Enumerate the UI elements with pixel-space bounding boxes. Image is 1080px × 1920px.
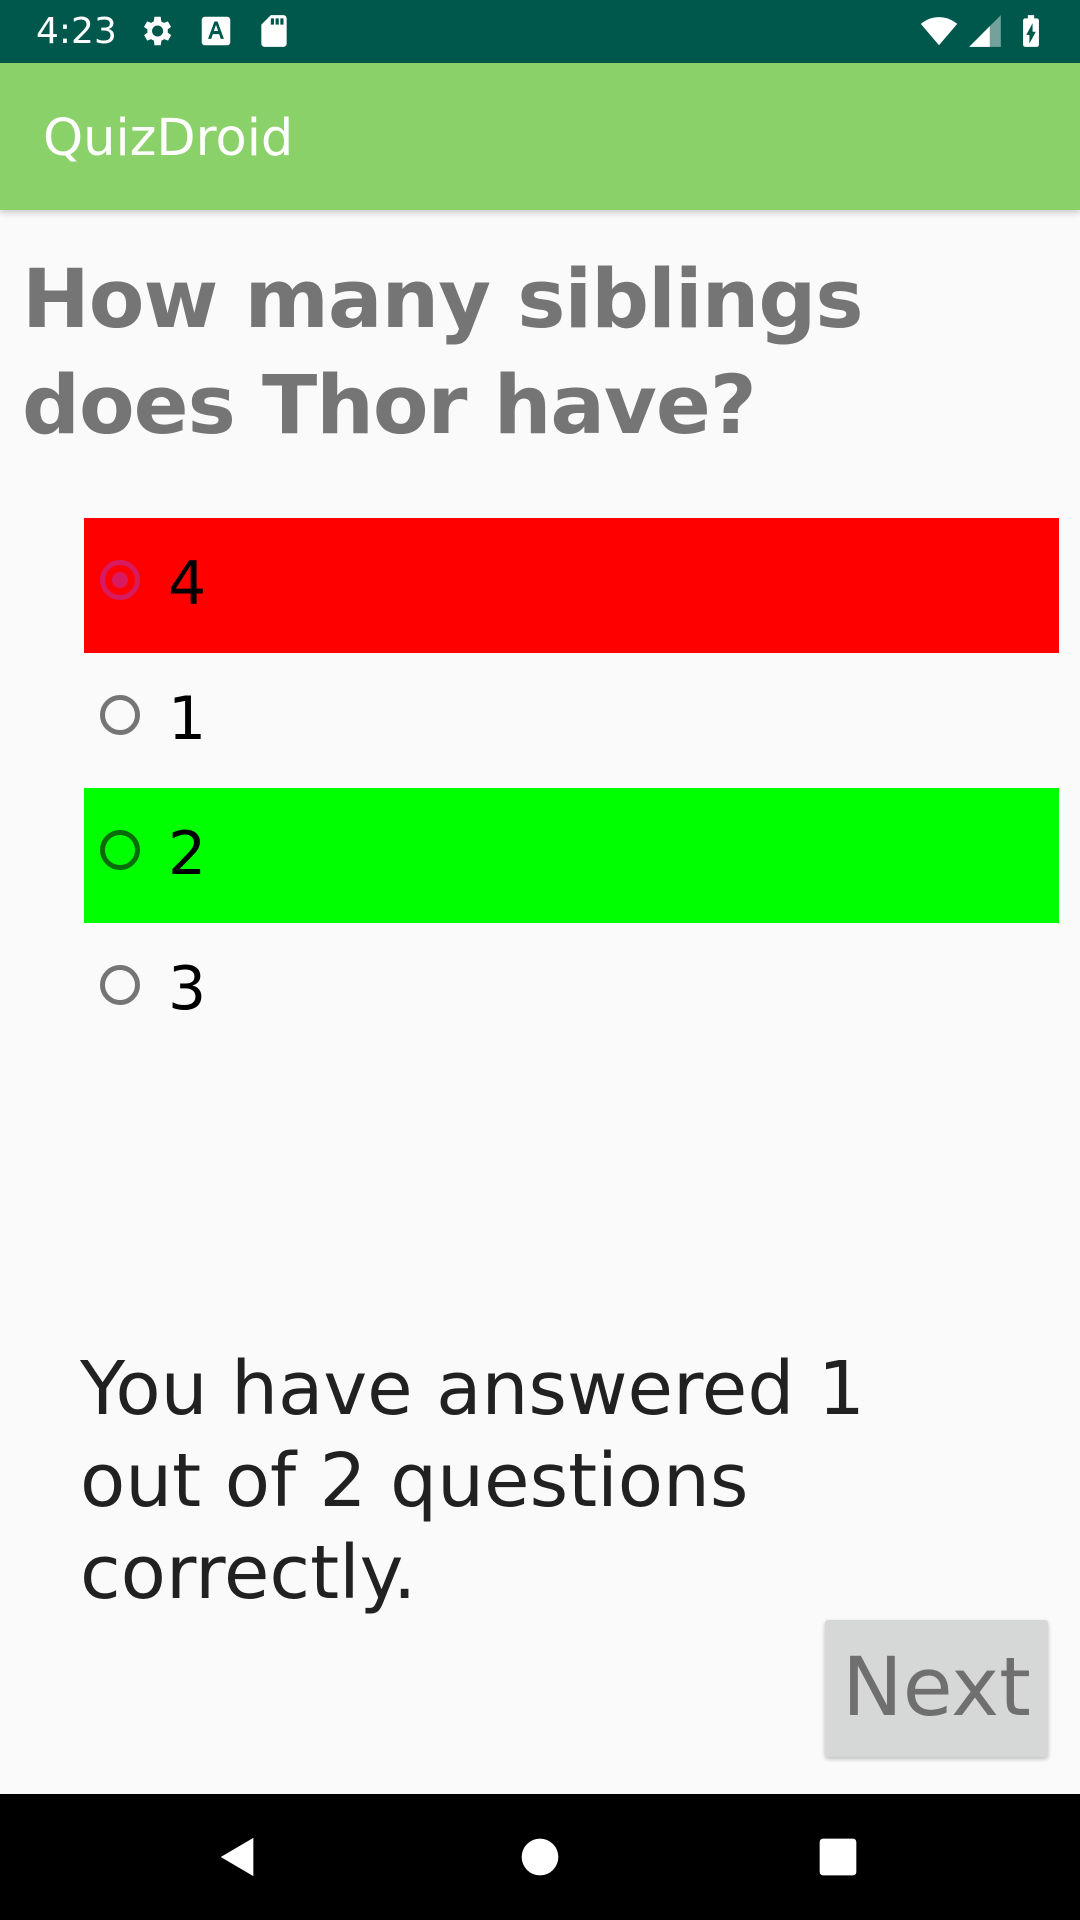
answer-label: 3: [168, 954, 207, 1024]
app-title: QuizDroid: [43, 109, 294, 168]
home-icon[interactable]: [520, 1837, 560, 1877]
radio-button-checked[interactable]: [100, 560, 140, 600]
answer-label: 1: [168, 684, 207, 754]
cell-signal-icon: [969, 15, 1001, 47]
wifi-icon: [920, 17, 958, 46]
app-bar: QuizDroid: [0, 63, 1080, 210]
answer-option-correct[interactable]: 2: [84, 788, 1059, 923]
recents-icon[interactable]: [818, 1837, 858, 1877]
answer-radio-group: 4 1 2 3: [84, 518, 1059, 1058]
radio-button[interactable]: [100, 695, 140, 735]
answer-label: 2: [168, 819, 207, 889]
font-download-icon: [201, 16, 231, 46]
status-time: 4:23: [36, 11, 117, 52]
radio-button[interactable]: [100, 965, 140, 1005]
radio-button[interactable]: [100, 830, 140, 870]
navigation-bar: [0, 1794, 1080, 1920]
answer-option-wrong[interactable]: 4: [84, 518, 1059, 653]
sd-card-icon: [261, 15, 287, 47]
question-text: How many siblings does Thor have?: [22, 253, 864, 453]
score-text: You have answered 1 out of 2 questions c…: [80, 1346, 865, 1616]
settings-icon: [143, 16, 172, 46]
back-icon[interactable]: [215, 1834, 261, 1880]
next-button[interactable]: Next: [825, 1620, 1048, 1757]
battery-charging-icon: [1023, 15, 1039, 47]
answer-label: 4: [168, 549, 207, 619]
status-bar: 4:23: [0, 0, 1080, 63]
answer-option[interactable]: 1: [84, 653, 1059, 788]
answer-option[interactable]: 3: [84, 923, 1059, 1058]
